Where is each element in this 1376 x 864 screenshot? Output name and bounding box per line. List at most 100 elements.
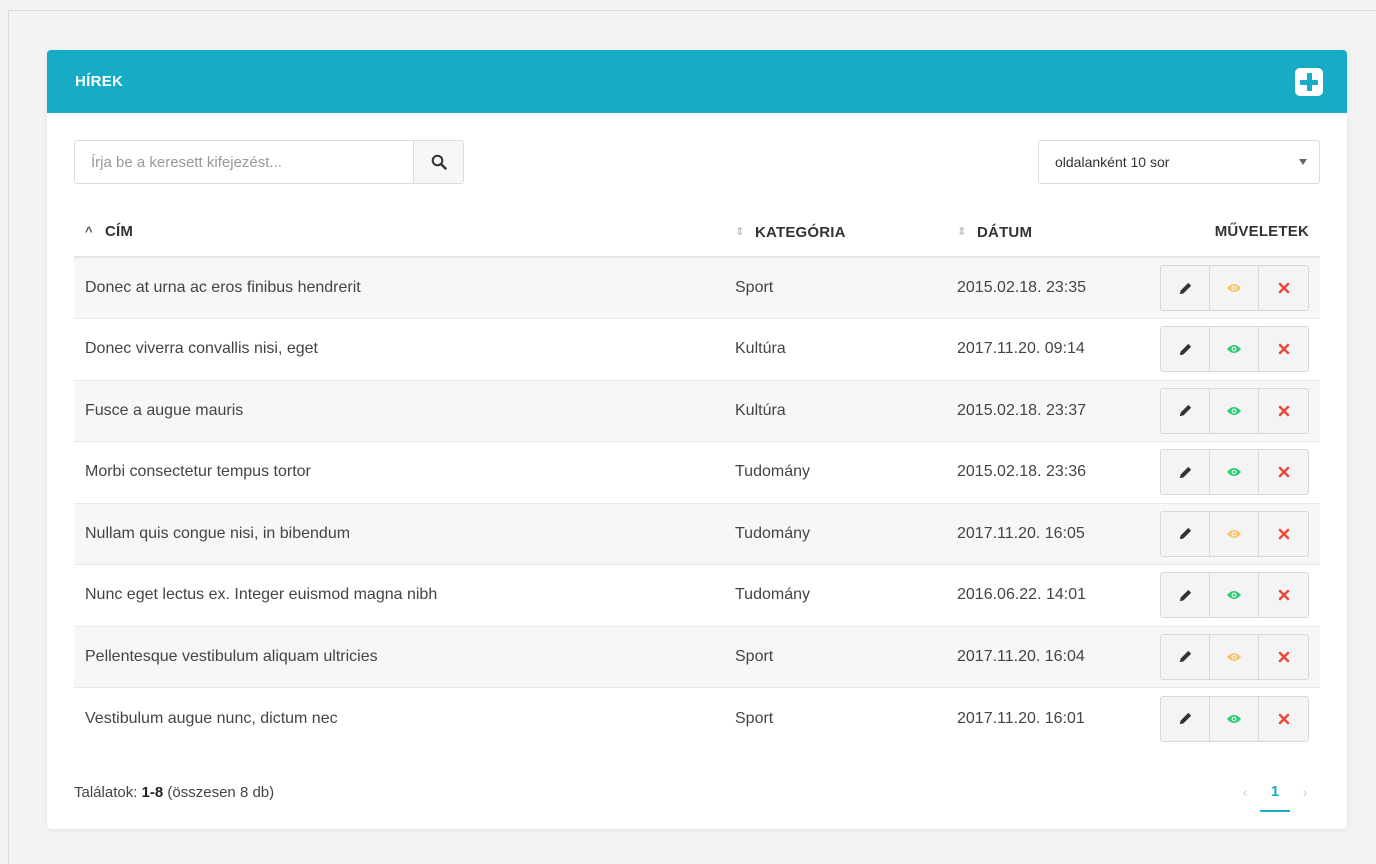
chevron-left-icon[interactable]: ‹ [1230,784,1260,800]
view-button[interactable] [1210,327,1259,372]
eye-icon [1226,651,1242,663]
pencil-icon [1178,711,1193,726]
add-news-button[interactable] [1295,67,1323,96]
row-category: Sport [735,257,957,319]
column-label-date: DÁTUM [977,224,1033,241]
row-actions [1160,626,1320,688]
edit-button[interactable] [1161,573,1210,618]
delete-button[interactable] [1259,266,1308,310]
row-action-group [1160,510,1309,557]
row-date: 2015.02.18. 23:35 [957,257,1160,319]
row-actions [1160,380,1320,442]
view-button[interactable] [1210,266,1259,310]
search-button[interactable] [413,141,463,183]
delete-button[interactable] [1259,696,1308,741]
row-category: Tudomány [735,564,957,627]
sort-icon: ⇕ [735,226,745,238]
news-table: ^ CÍM ⇕ KATEGÓRIA ⇕ DÁTUM MŰVELETEK Done… [74,207,1320,749]
row-actions [1160,688,1320,750]
row-category: Tudomány [735,503,957,565]
row-title: Vestibulum augue nunc, dictum nec [85,709,338,727]
row-title: Donec viverra convallis nisi, eget [74,318,735,381]
results-summary: Találatok: 1-8 (összesen 8 db) [74,784,274,801]
row-date: 2015.02.18. 23:36 [957,441,1160,504]
view-button[interactable] [1210,573,1259,618]
eye-icon [1226,528,1242,540]
pencil-icon [1178,526,1193,541]
delete-button[interactable] [1259,327,1308,372]
close-icon [1278,405,1290,417]
row-action-group [1160,695,1309,742]
pencil-icon [1178,465,1193,480]
column-header-date[interactable]: ⇕ DÁTUM [957,207,1160,258]
row-action-group [1160,326,1309,373]
row-date: 2017.11.20. 16:04 [957,626,1160,688]
table-header-row: ^ CÍM ⇕ KATEGÓRIA ⇕ DÁTUM MŰVELETEK [74,207,1320,258]
edit-button[interactable] [1161,266,1210,310]
page-button-1[interactable]: 1 [1260,772,1290,812]
delete-button[interactable] [1259,388,1308,433]
view-button[interactable] [1210,511,1259,556]
pencil-icon [1178,281,1193,296]
close-icon [1278,713,1290,725]
row-actions [1160,441,1320,504]
close-icon [1278,528,1290,540]
row-actions [1160,564,1320,627]
row-title: Morbi consectetur tempus tortor [74,441,735,504]
row-category: Kultúra [735,318,957,381]
row-category: Sport [735,626,957,688]
edit-button[interactable] [1161,511,1210,556]
table-row: Nunc eget lectus ex. Integer euismod mag… [74,564,1320,627]
edit-button[interactable] [1161,450,1210,495]
eye-icon [1226,466,1242,478]
table-row: Morbi consectetur tempus tortor Tudomány 2… [74,441,1320,504]
delete-button[interactable] [1259,573,1308,618]
close-icon [1278,282,1290,294]
close-icon [1278,589,1290,601]
view-button[interactable] [1210,634,1259,679]
table-row: Donec at urna ac eros finibus hendrerit S… [74,257,1320,319]
eye-icon [1226,343,1242,355]
edit-button[interactable] [1161,327,1210,372]
pagination: ‹ 1 › [1230,772,1320,812]
column-header-category[interactable]: ⇕ KATEGÓRIA [735,207,957,258]
window-border-top [8,10,1376,11]
close-icon [1278,466,1290,478]
delete-button[interactable] [1259,634,1308,679]
view-button[interactable] [1210,388,1259,433]
panel-header: HÍREK [47,50,1347,113]
delete-button[interactable] [1259,511,1308,556]
row-action-group [1160,572,1309,619]
row-title: Nullam quis congue nisi, in bibendum [74,503,735,565]
search-box [74,140,464,184]
table-footer: Találatok: 1-8 (összesen 8 db) ‹ 1 › [74,772,1320,812]
column-header-actions: MŰVELETEK [1160,207,1320,258]
table-row: Donec viverra convallis nisi, eget Kultúr… [74,318,1320,381]
row-actions [1160,257,1320,319]
chevron-right-icon[interactable]: › [1290,784,1320,800]
page-size-value: oldalanként 10 sor [1055,154,1170,170]
row-date: 2017.11.20. 09:14 [957,318,1160,381]
column-label-actions: MŰVELETEK [1214,223,1309,240]
edit-button[interactable] [1161,634,1210,679]
row-action-group [1160,265,1309,311]
view-button[interactable] [1210,450,1259,495]
results-range: 1-8 [141,783,164,801]
edit-button[interactable] [1161,696,1210,741]
close-icon [1278,651,1290,663]
eye-icon [1226,589,1242,601]
row-category: Kultúra [735,380,957,442]
row-date: 2017.11.20. 16:05 [957,503,1160,565]
row-action-group [1160,633,1309,680]
delete-button[interactable] [1259,450,1308,495]
row-title: Fusce a augue mauris [74,380,735,442]
row-date: 2015.02.18. 23:37 [957,380,1160,442]
search-input[interactable] [75,141,413,183]
edit-button[interactable] [1161,388,1210,433]
view-button[interactable] [1210,696,1259,741]
column-header-title[interactable]: ^ CÍM [74,207,735,258]
page-size-select[interactable]: oldalanként 10 sor [1038,140,1320,184]
sort-ascending-icon: ^ [85,224,93,239]
panel-title: HÍREK [75,73,124,90]
row-action-group [1160,387,1309,434]
